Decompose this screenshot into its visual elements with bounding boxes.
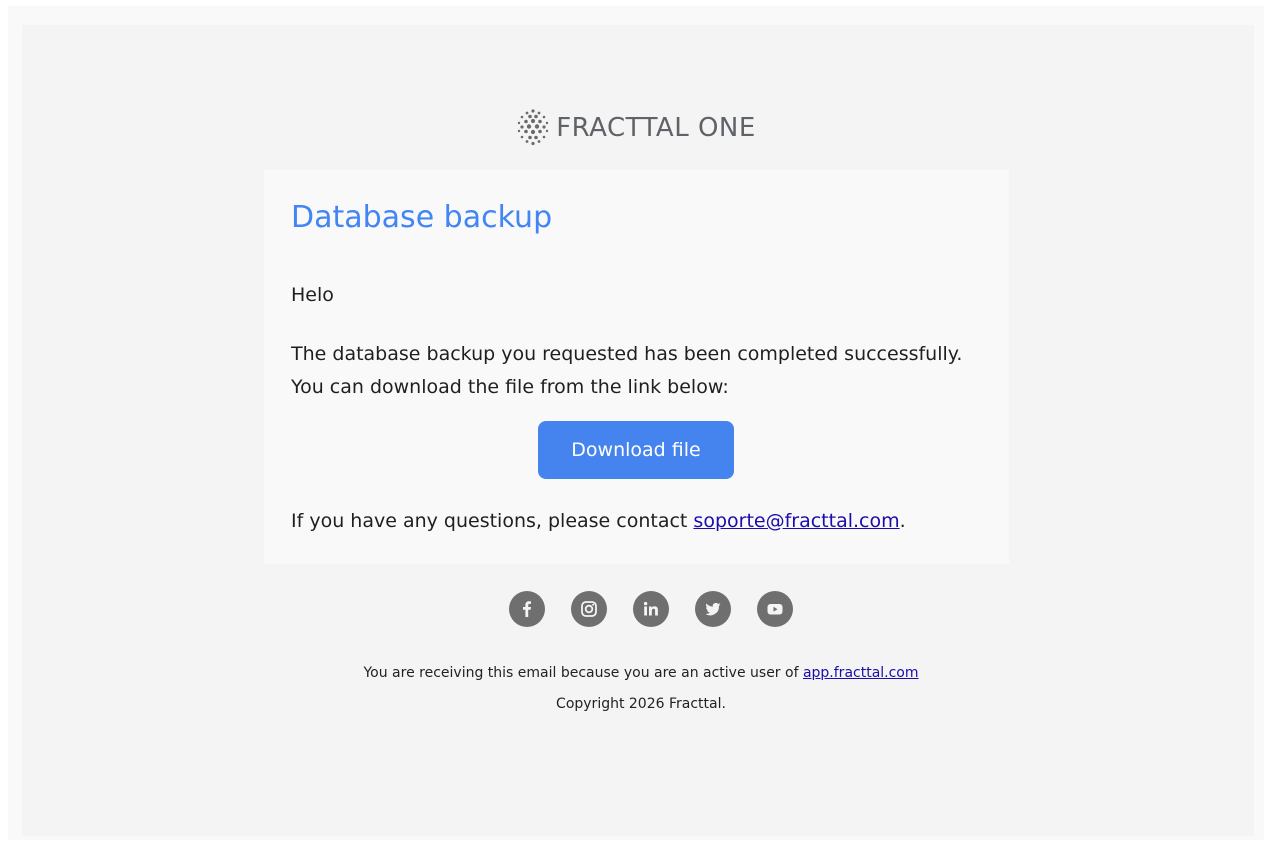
twitter-icon[interactable] bbox=[695, 591, 731, 627]
body-line-2: You can download the file from the link … bbox=[291, 376, 729, 398]
copyright-text: Copyright 2026 Fracttal. bbox=[556, 696, 726, 712]
social-links bbox=[0, 591, 1272, 627]
twitter-glyph bbox=[705, 602, 721, 616]
linkedin-icon[interactable] bbox=[633, 591, 669, 627]
body-text: The database backup you requested has be… bbox=[291, 338, 991, 404]
footer-notice-text: You are receiving this email because you… bbox=[363, 665, 803, 681]
contact-suffix: . bbox=[899, 510, 906, 532]
body-line-1: The database backup you requested has be… bbox=[291, 343, 963, 365]
card-title: Database backup bbox=[291, 200, 553, 235]
brand-logo: FRACTTAL ONE bbox=[0, 107, 1272, 147]
dotted-sphere-logo-icon bbox=[517, 109, 549, 146]
youtube-icon[interactable] bbox=[757, 591, 793, 627]
greeting-text: Helo bbox=[291, 284, 334, 306]
facebook-glyph bbox=[523, 601, 531, 617]
instagram-glyph bbox=[581, 601, 597, 617]
youtube-glyph bbox=[767, 604, 783, 615]
email-card: Database backup Helo The database backup… bbox=[264, 170, 1009, 564]
linkedin-glyph bbox=[643, 601, 658, 616]
contact-prefix: If you have any questions, please contac… bbox=[291, 510, 694, 532]
brand-name: FRACTTAL ONE bbox=[556, 113, 756, 143]
contact-line: If you have any questions, please contac… bbox=[291, 510, 906, 532]
support-email-link[interactable]: soporte@fracttal.com bbox=[693, 510, 899, 532]
footer-notice: You are receiving this email because you… bbox=[0, 665, 1272, 681]
instagram-icon[interactable] bbox=[571, 591, 607, 627]
facebook-icon[interactable] bbox=[509, 591, 545, 627]
download-file-button[interactable]: Download file bbox=[538, 421, 734, 479]
app-link[interactable]: app.fracttal.com bbox=[803, 665, 919, 681]
